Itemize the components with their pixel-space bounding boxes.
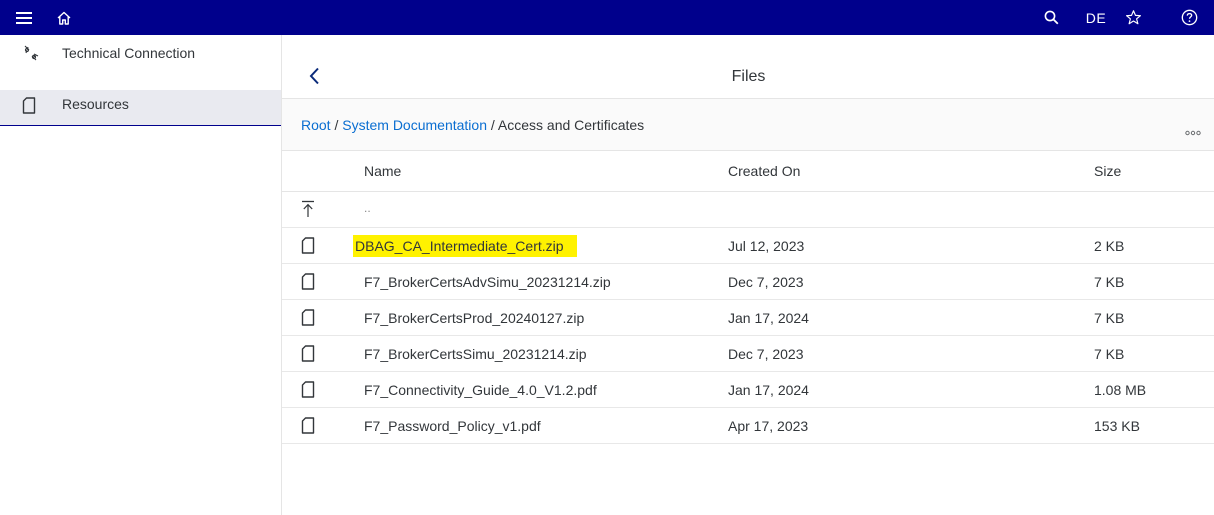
file-name[interactable]: F7_BrokerCertsAdvSimu_20231214.zip	[364, 274, 611, 290]
connection-icon	[22, 44, 40, 62]
file-icon	[301, 417, 317, 434]
star-icon[interactable]	[1122, 0, 1144, 35]
home-icon[interactable]	[52, 0, 76, 35]
sidebar-item-label: Technical Connection	[62, 45, 196, 61]
parent-folder-label: ..	[364, 201, 371, 215]
navigate-up-icon	[301, 200, 317, 217]
shell-header: DE	[0, 0, 1214, 35]
file-name[interactable]: DBAG_CA_Intermediate_Cert.zip	[353, 235, 577, 257]
table-row[interactable]: F7_Connectivity_Guide_4.0_V1.2.pdf Jan 1…	[282, 372, 1214, 408]
table-row[interactable]: F7_BrokerCertsSimu_20231214.zip Dec 7, 2…	[282, 336, 1214, 372]
file-icon	[301, 273, 317, 290]
column-header-size[interactable]: Size	[1094, 163, 1121, 179]
file-size: 7 KB	[1094, 346, 1125, 362]
file-created-on: Jan 17, 2024	[728, 382, 809, 398]
file-size: 1.08 MB	[1094, 382, 1147, 398]
sidebar-item-resources[interactable]: Resources	[0, 90, 281, 126]
breadcrumb-separator: /	[486, 117, 498, 133]
file-name[interactable]: F7_BrokerCertsProd_20240127.zip	[364, 310, 584, 326]
breadcrumb-separator: /	[330, 117, 343, 133]
sidebar-item-label: Resources	[62, 96, 129, 112]
breadcrumb-current: Access and Certificates	[497, 117, 645, 133]
column-header-name[interactable]: Name	[364, 163, 401, 179]
table-row[interactable]: F7_BrokerCertsAdvSimu_20231214.zip Dec 7…	[282, 264, 1214, 300]
file-name[interactable]: F7_BrokerCertsSimu_20231214.zip	[364, 346, 587, 362]
breadcrumb-bar: Root / System Documentation / Access and…	[282, 99, 1214, 151]
file-name[interactable]: F7_Password_Policy_v1.pdf	[364, 418, 541, 434]
table-row[interactable]: F7_BrokerCertsProd_20240127.zip Jan 17, …	[282, 300, 1214, 336]
file-created-on: Apr 17, 2023	[728, 418, 809, 434]
file-created-on: Dec 7, 2023	[728, 274, 804, 290]
document-icon	[22, 97, 40, 115]
search-icon[interactable]	[1041, 0, 1061, 35]
breadcrumb-system-documentation[interactable]: System Documentation	[342, 117, 487, 133]
side-navigation: Technical Connection Resources	[0, 35, 281, 515]
file-created-on: Jan 17, 2024	[728, 310, 809, 326]
file-icon	[301, 237, 317, 254]
file-created-on: Dec 7, 2023	[728, 346, 804, 362]
file-size: 153 KB	[1094, 418, 1140, 434]
more-options-icon[interactable]	[1185, 123, 1201, 136]
language-switch[interactable]: DE	[1084, 0, 1108, 35]
main-content: Files Root / System Documentation / Acce…	[281, 35, 1214, 515]
table-header: Name Created On Size	[282, 151, 1214, 192]
help-icon[interactable]	[1178, 0, 1200, 35]
table-row[interactable]: DBAG_CA_Intermediate_Cert.zip Jul 12, 20…	[282, 228, 1214, 264]
page-header: Files	[282, 35, 1214, 99]
page-title: Files	[731, 68, 766, 85]
file-name[interactable]: F7_Connectivity_Guide_4.0_V1.2.pdf	[364, 382, 597, 398]
sidebar-item-technical-connection[interactable]: Technical Connection	[0, 45, 281, 90]
file-size: 7 KB	[1094, 310, 1125, 326]
breadcrumb: Root / System Documentation / Access and…	[301, 117, 644, 133]
menu-icon[interactable]	[12, 0, 36, 35]
parent-folder-row[interactable]: ..	[282, 192, 1214, 228]
file-size: 7 KB	[1094, 274, 1125, 290]
file-icon	[301, 345, 317, 362]
file-icon	[301, 381, 317, 398]
file-created-on: Jul 12, 2023	[728, 238, 805, 254]
file-size: 2 KB	[1094, 238, 1125, 254]
breadcrumb-root[interactable]: Root	[301, 117, 331, 133]
column-header-created-on[interactable]: Created On	[728, 163, 800, 179]
table-row[interactable]: F7_Password_Policy_v1.pdf Apr 17, 2023 1…	[282, 408, 1214, 444]
file-icon	[301, 309, 317, 326]
